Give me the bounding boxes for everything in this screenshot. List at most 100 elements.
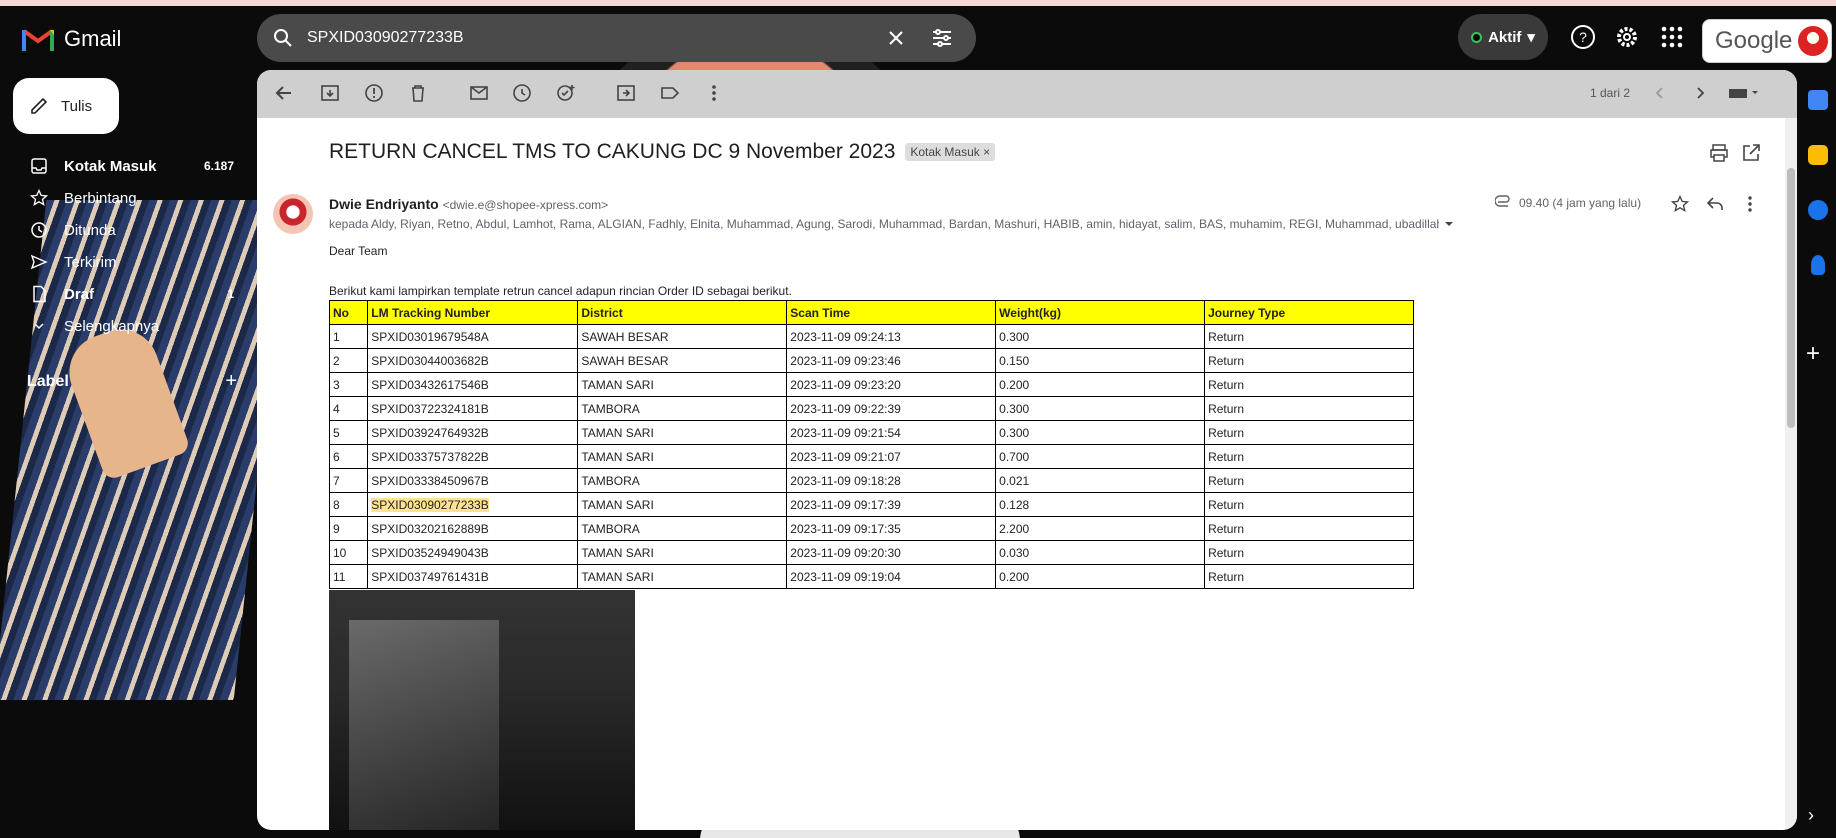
cell-text: 1: [333, 329, 340, 344]
email-view-panel: 1 dari 2 RETURN CANCEL TMS TO CAKUNG DC …: [257, 70, 1797, 830]
print-icon[interactable]: [1709, 143, 1729, 163]
table-cell: 0.021: [995, 468, 1206, 493]
table-cell: SPXID03722324181B: [367, 396, 579, 421]
cell-text: 10: [333, 545, 347, 560]
attached-photo[interactable]: [329, 590, 635, 830]
add-addon-icon[interactable]: +: [1806, 340, 1826, 367]
chevron-down-icon: ▾: [1527, 29, 1535, 46]
label-icon[interactable]: [659, 82, 681, 104]
greeting: Dear Team: [329, 244, 388, 258]
cell-text: Return: [1208, 569, 1245, 584]
tracking-table: No LM Tracking Number District Scan Time Wei…: [328, 300, 1414, 589]
sender-avatar[interactable]: [273, 194, 313, 234]
pencil-icon: [31, 97, 48, 114]
cell-text: TAMAN SARI: [581, 545, 654, 560]
cell-text: 0.300: [999, 401, 1030, 416]
table-cell: TAMAN SARI: [577, 492, 788, 517]
archive-icon[interactable]: [319, 82, 341, 104]
reply-icon[interactable]: [1705, 195, 1725, 213]
search-bar[interactable]: SPXID03090277233B: [257, 14, 976, 62]
table-cell: TAMBORA: [577, 396, 788, 421]
table-row: 5 SPXID03924764932B TAMAN SARI 2023-11-09 0…: [328, 420, 1414, 445]
compose-label: Tulis: [61, 97, 93, 115]
cell-text: 2023-11-09 09:23:20: [790, 377, 901, 392]
report-spam-icon[interactable]: [363, 82, 385, 104]
sidebar-item-more[interactable]: Selengkapnya: [0, 310, 250, 342]
scrollbar-thumb[interactable]: [1787, 168, 1795, 428]
table-cell: TAMAN SARI: [577, 564, 788, 589]
help-icon[interactable]: ?: [1570, 24, 1596, 50]
table-row: 6 SPXID03375737822B TAMAN SARI 2023-11-09 0…: [328, 444, 1414, 469]
clear-search-icon[interactable]: [884, 26, 908, 50]
table-cell: SPXID03749761431B: [367, 564, 579, 589]
chevron-right-icon[interactable]: [1689, 82, 1711, 104]
status-label: Aktif: [1488, 28, 1522, 46]
cell-text: 7: [333, 473, 340, 488]
back-arrow-icon[interactable]: [273, 82, 295, 104]
cell-text: SPXID03924764932B: [371, 425, 489, 440]
table-cell: 0.128: [995, 492, 1206, 517]
table-cell: TAMBORA: [577, 468, 788, 493]
gmail-logo[interactable]: Gmail: [22, 26, 121, 52]
compose-button[interactable]: Tulis: [13, 78, 119, 134]
inbox-tag[interactable]: Kotak Masuk ×: [905, 143, 996, 161]
table-cell: SPXID03524949043B: [367, 540, 579, 565]
more-vert-icon[interactable]: [1741, 195, 1759, 213]
table-row: 2 SPXID03044003682B SAWAH BESAR 2023-11-09 …: [328, 348, 1414, 373]
cell-text: 2023-11-09 09:21:07: [790, 449, 901, 464]
table-cell: SPXID03924764932B: [367, 420, 579, 445]
table-cell: 0.200: [995, 372, 1206, 397]
sidebar-item-label: Terkirim: [64, 253, 117, 271]
keyboard-icon[interactable]: [1727, 82, 1761, 104]
cell-text: 5: [333, 425, 340, 440]
recipients-dropdown-icon[interactable]: [1443, 218, 1455, 230]
cell-text: Return: [1208, 329, 1245, 344]
search-icon[interactable]: [271, 26, 295, 50]
recipients-text: kepada Aldy, Riyan, Retno, Abdul, Lamhot…: [329, 217, 1439, 231]
table-cell: 2023-11-09 09:17:35: [786, 516, 997, 541]
cell-text: 8: [333, 497, 340, 512]
status-aktif-button[interactable]: Aktif ▾: [1458, 14, 1548, 60]
google-account-button[interactable]: Google: [1702, 19, 1832, 63]
apps-grid-icon[interactable]: [1659, 24, 1685, 50]
add-task-icon[interactable]: [555, 82, 577, 104]
snooze-icon[interactable]: [511, 82, 533, 104]
table-cell: 2023-11-09 09:23:46: [786, 348, 997, 373]
cell-text: 0.300: [999, 329, 1030, 344]
sidebar-item-sent[interactable]: Terkirim: [0, 246, 250, 278]
cell-text: 0.700: [999, 449, 1030, 464]
scrollbar[interactable]: [1785, 118, 1797, 830]
tasks-icon[interactable]: [1808, 200, 1828, 220]
cell-text: SPXID03749761431B: [371, 569, 489, 584]
more-vert-icon[interactable]: [703, 82, 725, 104]
add-label-icon[interactable]: +: [225, 370, 237, 393]
sidebar-item-label: Selengkapnya: [64, 317, 160, 335]
mark-unread-icon[interactable]: [468, 82, 490, 104]
contacts-icon[interactable]: [1811, 255, 1825, 275]
sidebar-item-drafts[interactable]: Draf 1: [0, 278, 250, 310]
cell-text: 0.200: [999, 377, 1030, 392]
sender-name[interactable]: Dwie Endriyanto: [329, 196, 439, 212]
sidebar-item-starred[interactable]: Berbintang: [0, 182, 250, 214]
open-in-new-window-icon[interactable]: [1741, 143, 1761, 163]
calendar-icon[interactable]: [1808, 90, 1828, 110]
close-icon[interactable]: ×: [983, 145, 990, 159]
star-icon[interactable]: [1671, 195, 1689, 213]
cell-text: SPXID03375737822B: [371, 449, 489, 464]
sidebar-item-snoozed[interactable]: Ditunda: [0, 214, 250, 246]
search-options-icon[interactable]: [930, 26, 954, 50]
draft-count: 1: [227, 287, 234, 301]
sidebar-item-inbox[interactable]: Kotak Masuk 6.187: [0, 150, 250, 182]
cell-text: 2023-11-09 09:17:39: [790, 497, 901, 512]
recipients-line[interactable]: kepada Aldy, Riyan, Retno, Abdul, Lamhot…: [329, 217, 1439, 231]
column-header: District: [577, 300, 788, 325]
table-cell: Return: [1204, 420, 1414, 445]
gear-icon[interactable]: [1614, 24, 1640, 50]
chevron-right-icon[interactable]: ›: [1808, 805, 1828, 825]
delete-icon[interactable]: [407, 82, 429, 104]
chevron-left-icon[interactable]: [1649, 82, 1671, 104]
search-input[interactable]: SPXID03090277233B: [307, 29, 884, 47]
table-cell: SPXID03044003682B: [367, 348, 579, 373]
keep-icon[interactable]: [1808, 145, 1828, 165]
move-to-icon[interactable]: [615, 82, 637, 104]
